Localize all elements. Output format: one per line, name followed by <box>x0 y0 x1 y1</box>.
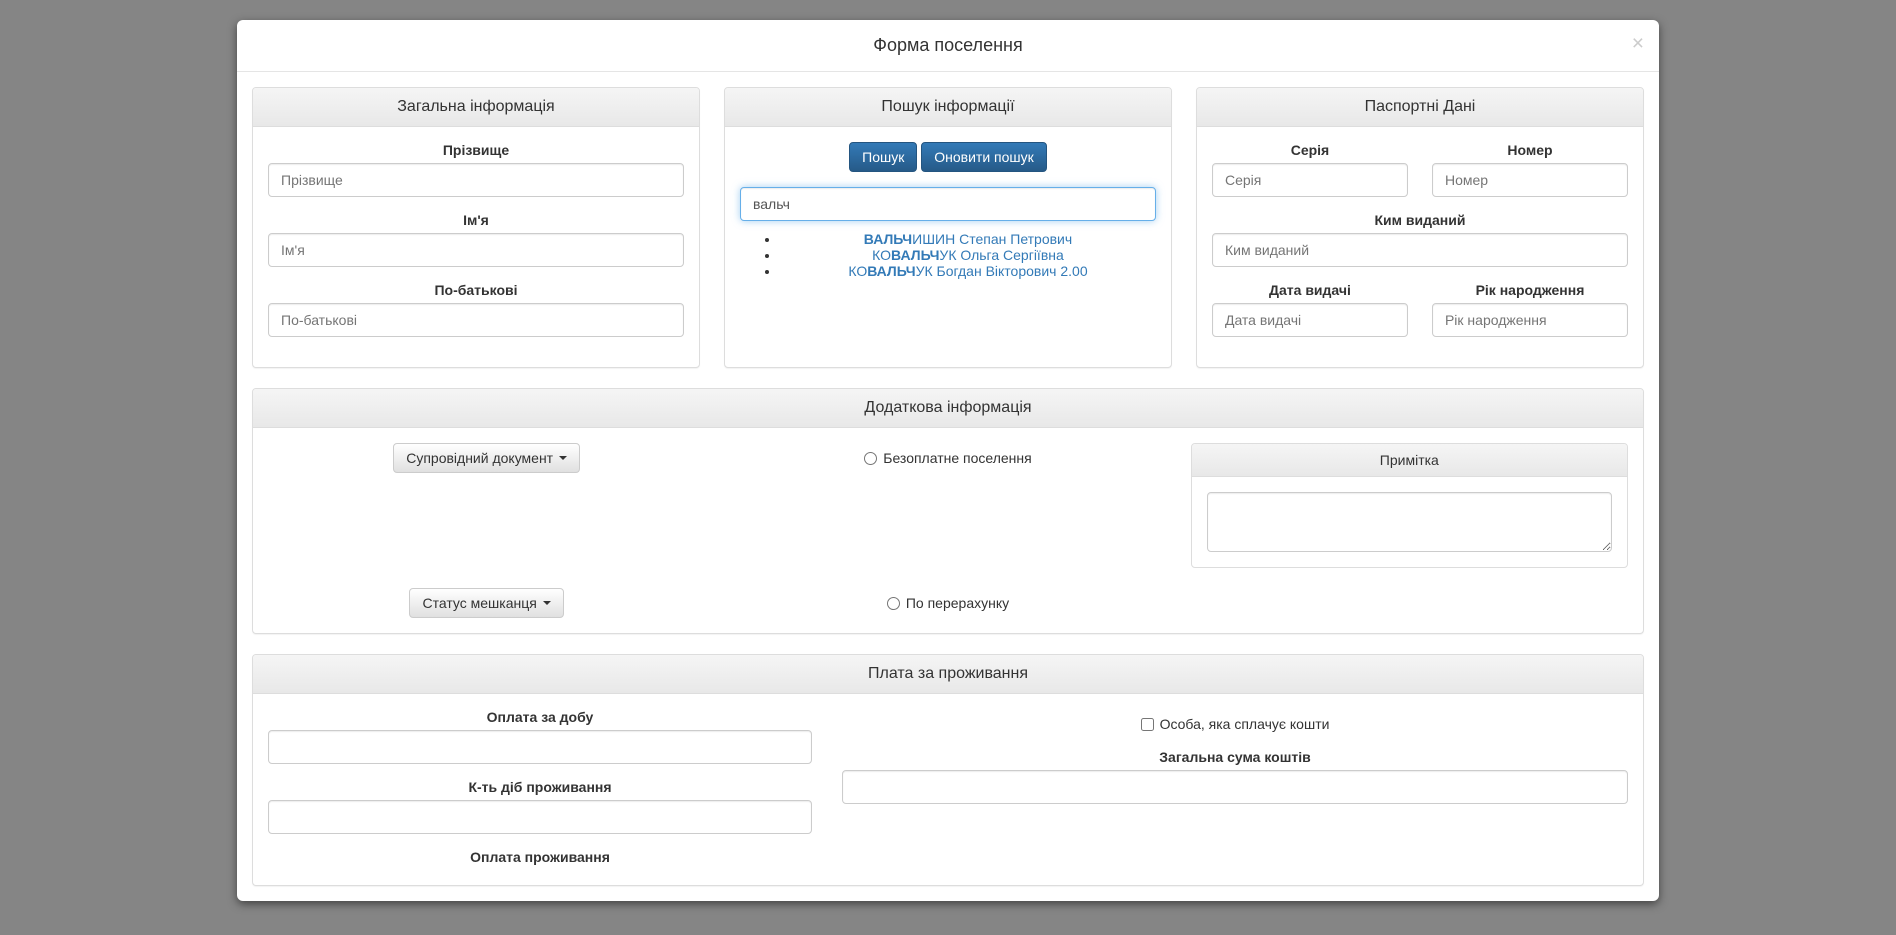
caret-down-icon <box>559 456 567 460</box>
modal-body: Загальна інформація Прізвище Ім'я По-бат… <box>237 72 1659 901</box>
note-textarea[interactable] <box>1207 492 1612 552</box>
issued-by-input[interactable] <box>1212 233 1628 267</box>
birth-year-input[interactable] <box>1432 303 1628 337</box>
resident-status-dropdown[interactable]: Статус мешканця <box>409 588 563 618</box>
free-settlement-radio-label[interactable]: Безоплатне поселення <box>864 450 1031 466</box>
patronymic-input[interactable] <box>268 303 684 337</box>
search-info-panel: Пошук інформації Пошук Оновити пошук ВАЛ… <box>724 87 1172 368</box>
additional-info-heading: Додаткова інформація <box>253 389 1643 428</box>
modal-title: Форма поселення <box>873 35 1022 55</box>
refresh-search-button[interactable]: Оновити пошук <box>921 142 1047 172</box>
caret-down-icon <box>543 601 551 605</box>
series-label: Серія <box>1212 142 1408 158</box>
search-input[interactable] <box>740 187 1156 221</box>
general-info-heading: Загальна інформація <box>253 88 699 127</box>
by-recalc-radio-label[interactable]: По перерахунку <box>887 595 1009 611</box>
total-payment-label: Оплата проживання <box>268 849 812 865</box>
passport-panel: Паспортні Дані Серія Номер <box>1196 87 1644 368</box>
search-results-list: ВАЛЬЧИШИН Степан Петрович КОВАЛЬЧУК Ольг… <box>740 231 1156 279</box>
number-label: Номер <box>1432 142 1628 158</box>
days-label: К-ть діб проживання <box>268 779 812 795</box>
surname-input[interactable] <box>268 163 684 197</box>
search-result-link[interactable]: ВАЛЬЧИШИН Степан Петрович <box>864 231 1072 247</box>
search-button[interactable]: Пошук <box>849 142 917 172</box>
note-heading: Примітка <box>1192 444 1627 477</box>
modal-dialog: Форма поселення × Загальна інформація Пр… <box>237 20 1659 901</box>
surname-label: Прізвище <box>268 142 684 158</box>
search-info-heading: Пошук інформації <box>725 88 1171 127</box>
payment-panel: Плата за проживання Оплата за добу К-ть … <box>252 654 1644 886</box>
issue-date-label: Дата видачі <box>1212 282 1408 298</box>
top-panel-row: Загальна інформація Прізвище Ім'я По-бат… <box>252 87 1644 368</box>
series-input[interactable] <box>1212 163 1408 197</box>
by-recalc-radio[interactable] <box>887 597 900 610</box>
per-day-input[interactable] <box>268 730 812 764</box>
birth-year-label: Рік народження <box>1432 282 1628 298</box>
per-day-label: Оплата за добу <box>268 709 812 725</box>
additional-info-panel: Додаткова інформація Супровідний докумен… <box>252 388 1644 634</box>
issued-by-label: Ким виданий <box>1212 212 1628 228</box>
search-result-link[interactable]: КОВАЛЬЧУК Богдан Вікторович 2.00 <box>848 263 1087 279</box>
payer-checkbox[interactable] <box>1141 718 1154 731</box>
payment-heading: Плата за проживання <box>253 655 1643 694</box>
modal-header: Форма поселення × <box>237 20 1659 72</box>
name-input[interactable] <box>268 233 684 267</box>
search-result-item: КОВАЛЬЧУК Ольга Сергіївна <box>780 247 1156 263</box>
total-sum-label: Загальна сума коштів <box>842 749 1628 765</box>
payer-checkbox-label[interactable]: Особа, яка сплачує кошти <box>1141 716 1330 732</box>
search-result-item: КОВАЛЬЧУК Богдан Вікторович 2.00 <box>780 263 1156 279</box>
search-result-item: ВАЛЬЧИШИН Степан Петрович <box>780 231 1156 247</box>
total-sum-input[interactable] <box>842 770 1628 804</box>
passport-heading: Паспортні Дані <box>1197 88 1643 127</box>
note-panel: Примітка <box>1191 443 1628 568</box>
number-input[interactable] <box>1432 163 1628 197</box>
issue-date-input[interactable] <box>1212 303 1408 337</box>
search-result-link[interactable]: КОВАЛЬЧУК Ольга Сергіївна <box>872 247 1064 263</box>
free-settlement-radio[interactable] <box>864 452 877 465</box>
name-label: Ім'я <box>268 212 684 228</box>
patronymic-label: По-батькові <box>268 282 684 298</box>
general-info-panel: Загальна інформація Прізвище Ім'я По-бат… <box>252 87 700 368</box>
close-button[interactable]: × <box>1632 33 1644 54</box>
accompanying-doc-dropdown[interactable]: Супровідний документ <box>393 443 580 473</box>
days-input[interactable] <box>268 800 812 834</box>
modal-overlay: Форма поселення × Загальна інформація Пр… <box>0 0 1896 935</box>
